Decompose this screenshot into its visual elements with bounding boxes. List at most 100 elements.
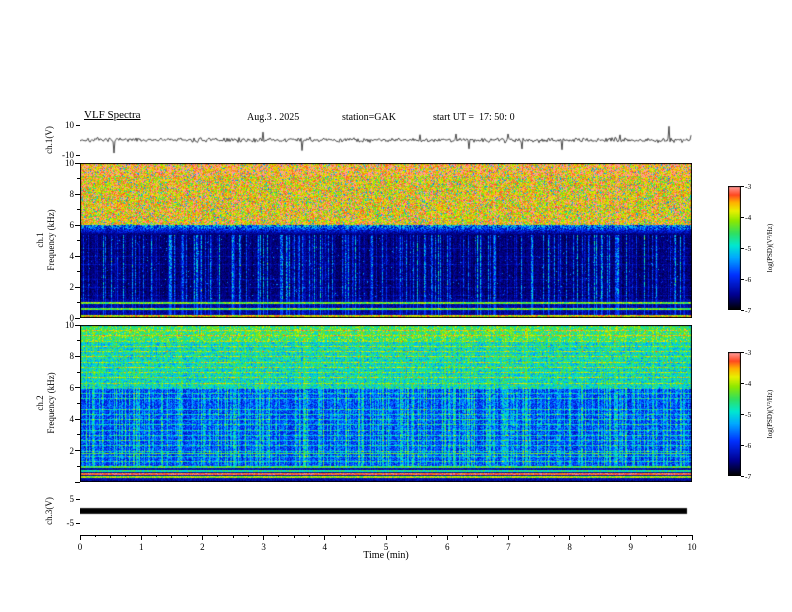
time-axis-tick-label: 2 bbox=[200, 542, 205, 552]
time-axis-minortick bbox=[278, 535, 280, 537]
time-axis-tick bbox=[630, 535, 632, 540]
colorbar1-tick bbox=[741, 309, 744, 311]
time-axis-minortick bbox=[217, 535, 219, 537]
time-axis-minortick bbox=[186, 535, 188, 537]
ch1-spec-y-tick bbox=[75, 224, 80, 226]
ch1-frequency-axis-label: ch.1 Frequency (kHz) bbox=[35, 209, 57, 270]
time-axis-tick-label: 9 bbox=[628, 542, 634, 552]
station-label: station=GAK bbox=[342, 112, 396, 123]
time-axis-minortick bbox=[156, 535, 157, 537]
time-axis-tick bbox=[691, 535, 693, 540]
colorbar1-tick bbox=[741, 216, 744, 218]
ch2-spec-y-tick-label: 8 bbox=[69, 351, 75, 362]
time-axis-minortick bbox=[599, 535, 601, 538]
time-axis-tick-label: 3 bbox=[261, 542, 266, 552]
ch1-spec-y-tick-label: 10 bbox=[65, 158, 74, 168]
time-axis-minortick bbox=[553, 535, 555, 537]
colorbar1-tick-label: -4 bbox=[745, 213, 752, 222]
ch1-spec-y-tick bbox=[75, 162, 80, 164]
time-axis-tick bbox=[446, 535, 448, 540]
ch1-spec-y-tick bbox=[75, 286, 80, 288]
time-axis-minortick bbox=[492, 535, 494, 537]
time-axis-minortick bbox=[523, 535, 525, 537]
time-axis-minortick bbox=[171, 535, 173, 538]
time-axis-tick bbox=[324, 535, 326, 540]
time-axis-minortick bbox=[431, 535, 433, 537]
ch1-wave-y-tick bbox=[76, 124, 80, 126]
time-axis-minortick bbox=[676, 535, 678, 537]
colorbar2-tick-label: -5 bbox=[745, 410, 752, 419]
time-axis-minortick bbox=[660, 535, 662, 538]
time-axis-minortick bbox=[400, 535, 402, 537]
ch1-wave-y-tick bbox=[76, 154, 80, 156]
ch2-spec-y-tick bbox=[75, 418, 80, 420]
time-axis-minortick bbox=[293, 535, 295, 538]
ch1-spec-y-minortick bbox=[77, 209, 80, 210]
ch2-spec-y-tick-label: 6 bbox=[69, 382, 75, 393]
ch2-spec-y-minortick bbox=[77, 371, 80, 373]
ch3-waveform-canvas bbox=[80, 487, 692, 535]
colorbar2-tick bbox=[741, 413, 744, 415]
colorbar2-psd-label: log(PSD)(V²/Hz) bbox=[766, 389, 774, 439]
time-axis-minortick bbox=[354, 535, 356, 538]
time-axis-tick bbox=[507, 535, 509, 540]
colorbar1-tick bbox=[741, 185, 744, 187]
time-axis-minortick bbox=[232, 535, 234, 538]
ch2-colorbar-canvas bbox=[728, 352, 741, 476]
ch2-spec-y-tick-label: 2 bbox=[69, 445, 75, 456]
time-axis-tick-label: 0 bbox=[77, 542, 83, 552]
ch2-spec-y-tick bbox=[75, 324, 80, 326]
ch2-spec-y-minortick bbox=[77, 403, 80, 404]
ch3-wave-y-tick bbox=[76, 498, 80, 500]
colorbar1-tick bbox=[741, 247, 744, 249]
time-axis-minortick bbox=[462, 535, 463, 537]
time-axis-minortick bbox=[416, 535, 418, 538]
ch2-frequency-axis-label: ch.2 Frequency (kHz) bbox=[35, 372, 57, 433]
ch2-spectrogram-canvas bbox=[80, 325, 692, 482]
ch1-frequency-axis-label-line1: ch.1 bbox=[35, 232, 45, 248]
time-axis-minortick bbox=[110, 535, 112, 538]
ch1-colorbar-canvas bbox=[728, 186, 741, 310]
colorbar1-tick-label: -3 bbox=[745, 182, 752, 191]
ch2-spec-y-tick bbox=[75, 481, 80, 483]
time-axis-tick-label: 1 bbox=[138, 542, 144, 552]
time-axis-minortick bbox=[339, 535, 341, 537]
time-axis-minortick bbox=[538, 535, 540, 538]
time-axis-tick-label: 8 bbox=[567, 542, 572, 552]
ch2-spec-y-tick-label: 10 bbox=[65, 320, 74, 330]
colorbar1-tick bbox=[741, 278, 744, 280]
time-axis-tick-label: 10 bbox=[687, 542, 697, 552]
ch1-wave-y-tick-label: 10 bbox=[65, 120, 74, 130]
time-axis-minortick bbox=[370, 535, 372, 537]
time-axis-minortick bbox=[584, 535, 586, 537]
ch1-spec-y-tick bbox=[75, 255, 80, 257]
ch3-wave-y-tick bbox=[76, 522, 80, 524]
colorbar1-psd-label: log(PSD)(V²/Hz) bbox=[766, 223, 774, 273]
ch1-spec-y-tick-label: 6 bbox=[69, 220, 75, 230]
time-axis-tick bbox=[79, 535, 81, 540]
ch1-frequency-axis-label-line2: Frequency (kHz) bbox=[46, 209, 56, 271]
colorbar2-tick-label: -7 bbox=[745, 472, 752, 481]
ch1-spec-y-minortick bbox=[77, 302, 80, 303]
time-axis-tick-label: 5 bbox=[383, 542, 389, 552]
colorbar2-tick bbox=[741, 351, 744, 353]
colorbar2-tick-label: -4 bbox=[745, 379, 752, 388]
ch2-spec-y-tick-label: 4 bbox=[69, 414, 75, 425]
ch1-spectrogram-canvas bbox=[80, 163, 692, 318]
time-axis-minortick bbox=[247, 535, 249, 537]
colorbar2-tick bbox=[741, 444, 744, 446]
colorbar1-tick-label: -5 bbox=[745, 244, 752, 253]
ch2-frequency-axis-label-line2: Frequency (kHz) bbox=[46, 372, 56, 434]
ch1-spec-y-tick-label: 8 bbox=[69, 189, 75, 199]
ch2-spec-y-tick bbox=[75, 355, 80, 357]
time-axis-tick bbox=[140, 535, 142, 540]
time-axis-tick bbox=[201, 535, 203, 540]
ch1-spec-y-minortick bbox=[77, 178, 80, 179]
ch2-spec-y-tick bbox=[75, 387, 80, 389]
time-axis-minortick bbox=[309, 535, 310, 537]
ch1-spec-y-tick bbox=[75, 193, 80, 195]
ch1-spec-y-tick-label: 4 bbox=[69, 251, 75, 261]
ch2-spec-y-minortick bbox=[77, 465, 80, 467]
time-axis-tick-label: 7 bbox=[506, 542, 511, 552]
ch2-spec-y-tick bbox=[75, 450, 80, 452]
